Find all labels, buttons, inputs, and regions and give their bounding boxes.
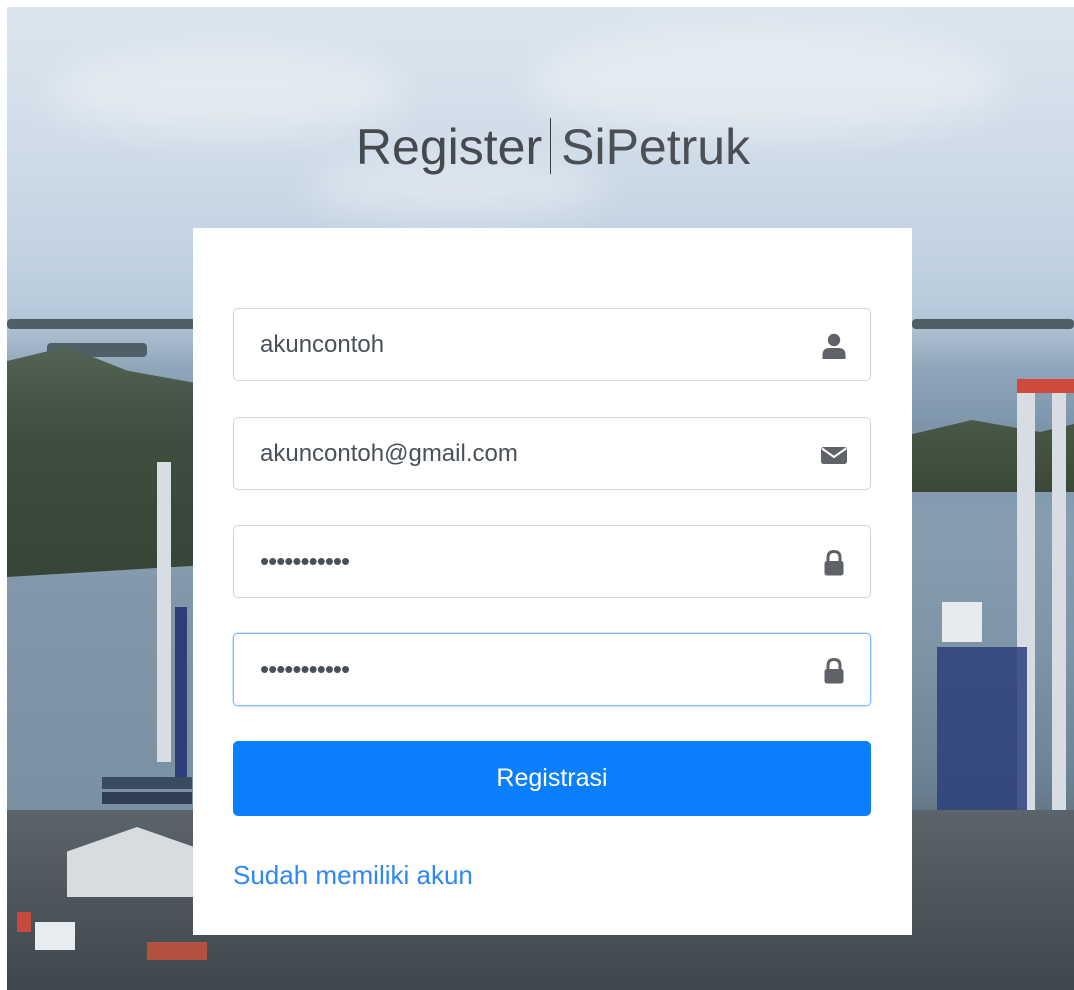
- page-title-strong: Register: [355, 119, 543, 175]
- register-button[interactable]: Registrasi: [233, 741, 871, 816]
- password-field-group[interactable]: •••••••••••: [233, 525, 871, 598]
- login-link[interactable]: Sudah memiliki akun: [233, 860, 473, 891]
- page-title-light: SiPetruk: [561, 119, 751, 175]
- username-input[interactable]: [234, 309, 820, 380]
- username-field-group: [233, 308, 871, 381]
- lock-icon: [820, 549, 848, 577]
- lock-icon: [820, 657, 848, 685]
- register-page: Register SiPetruk •••••••••••: [0, 0, 1074, 990]
- password-mask[interactable]: •••••••••••: [260, 548, 350, 574]
- password-confirm-mask[interactable]: •••••••••••: [260, 656, 350, 682]
- email-input[interactable]: [234, 418, 820, 489]
- password-confirm-field-group[interactable]: •••••••••••: [233, 633, 871, 706]
- email-field-group: [233, 417, 871, 490]
- title-separator: [550, 118, 552, 174]
- page-title: Register SiPetruk: [0, 118, 1074, 176]
- user-icon: [820, 332, 848, 360]
- envelope-icon: [820, 441, 848, 469]
- register-card: ••••••••••• ••••••••••• Registrasi Sudah…: [193, 228, 912, 935]
